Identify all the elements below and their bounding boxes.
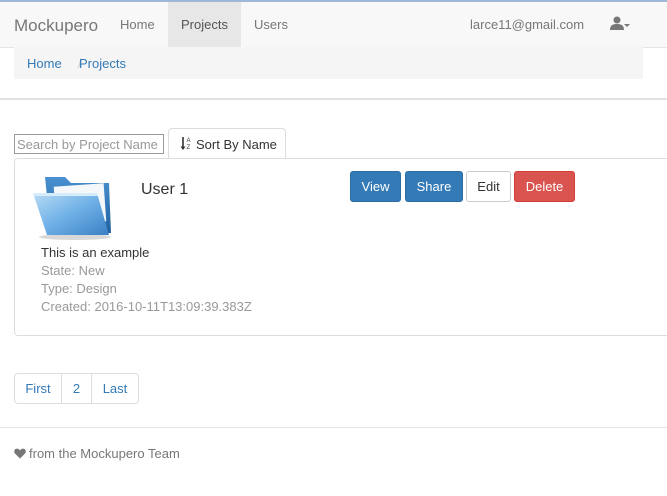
project-card: User 1 View Share Edit Delete This is an…: [14, 158, 667, 336]
breadcrumb: Home / Projects: [14, 47, 643, 79]
sort-alpha-icon: A Z: [180, 137, 191, 151]
page-last-link[interactable]: Last: [91, 373, 139, 404]
project-description: This is an example: [41, 245, 150, 260]
project-state: State: New: [41, 263, 105, 278]
svg-text:A: A: [187, 138, 191, 144]
nav-users[interactable]: Users: [241, 2, 301, 47]
svg-text:Z: Z: [187, 145, 191, 151]
nav-home[interactable]: Home: [107, 2, 168, 47]
header-divider: [0, 98, 667, 100]
navbar: Mockupero Home Projects Users larce11@gm…: [0, 2, 667, 48]
user-icon: [610, 16, 624, 30]
footer: from the Mockupero Team: [14, 446, 180, 461]
project-type: Type: Design: [41, 281, 117, 296]
project-created: Created: 2016-10-11T13:09:39.383Z: [41, 299, 252, 314]
sort-label: Sort By Name: [196, 137, 277, 152]
page-first-link[interactable]: First: [14, 373, 62, 404]
breadcrumb-home[interactable]: Home: [27, 56, 62, 71]
view-button[interactable]: View: [350, 171, 401, 202]
brand-link[interactable]: Mockupero: [14, 16, 98, 36]
heart-icon: [14, 448, 26, 459]
page-2-link[interactable]: 2: [61, 373, 92, 404]
search-input[interactable]: [14, 134, 164, 154]
breadcrumb-projects[interactable]: Projects: [79, 56, 126, 71]
footer-divider: [0, 427, 667, 428]
edit-button[interactable]: Edit: [466, 171, 511, 202]
sort-by-name-button[interactable]: A Z Sort By Name: [168, 128, 286, 159]
user-email[interactable]: larce11@gmail.com: [470, 2, 584, 47]
project-title[interactable]: User 1: [141, 181, 188, 199]
nav-projects[interactable]: Projects: [168, 2, 241, 47]
delete-button[interactable]: Delete: [514, 171, 575, 202]
folder-icon: [33, 177, 111, 240]
share-button[interactable]: Share: [405, 171, 463, 202]
caret-down-icon: [624, 24, 630, 27]
user-menu-toggle[interactable]: [610, 16, 634, 34]
footer-text: from the Mockupero Team: [29, 446, 180, 461]
